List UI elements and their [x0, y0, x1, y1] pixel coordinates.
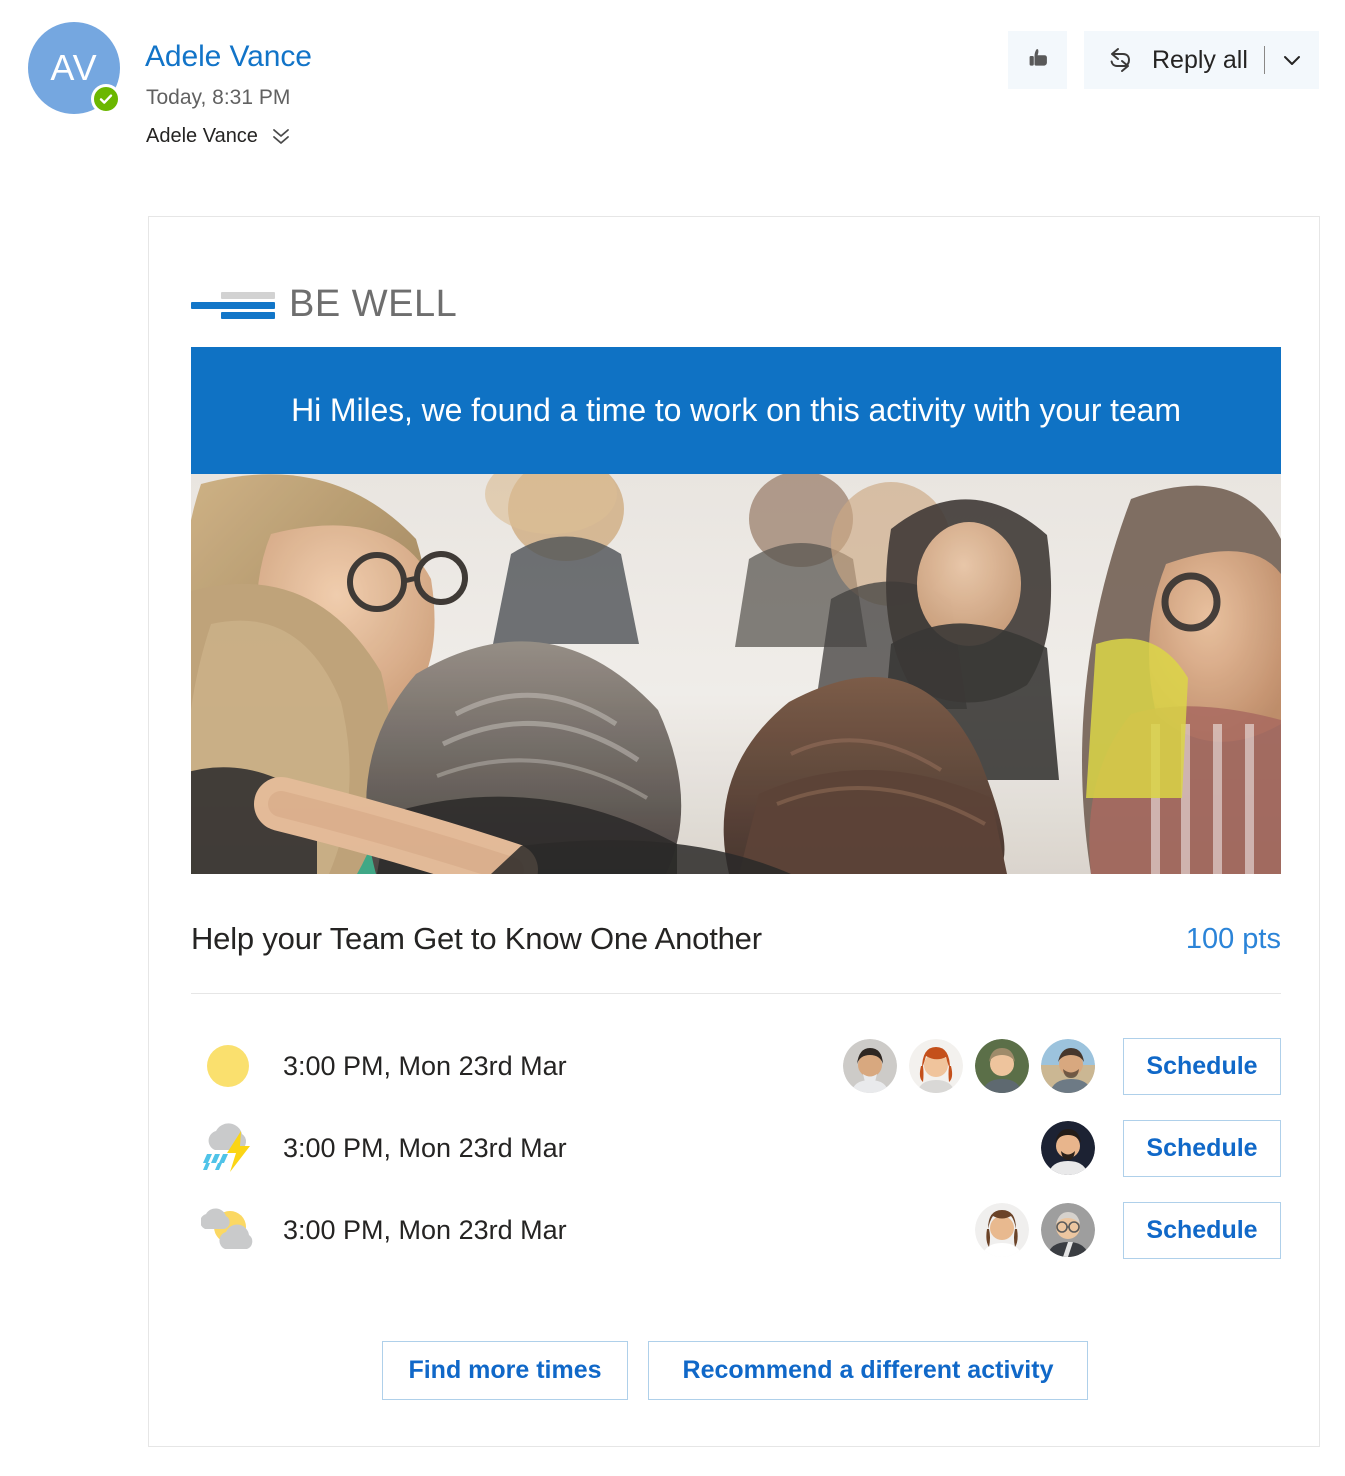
sender-name[interactable]: Adele Vance [145, 40, 312, 74]
points-badge: 100 pts [1185, 922, 1281, 955]
chevron-double-down-icon[interactable] [270, 124, 292, 148]
time-option-row: 3:00 PM, Mon 23rd Mar Schedule [191, 1189, 1281, 1271]
time-options-list: 3:00 PM, Mon 23rd Mar Schedule 3:00 PM, … [191, 1025, 1281, 1271]
be-well-logo: BE WELL [191, 281, 457, 327]
logo-text: BE WELL [289, 282, 458, 325]
attendee-avatars [1041, 1121, 1095, 1175]
schedule-button[interactable]: Schedule [1123, 1037, 1281, 1095]
reply-all-icon [1104, 44, 1136, 76]
headline-text: Hi Miles, we found a time to work on thi… [291, 392, 1181, 428]
attendee-avatars [843, 1039, 1095, 1093]
thunderstorm-icon [197, 1119, 259, 1177]
reply-all-button[interactable]: Reply all [1084, 31, 1319, 89]
time-label: 3:00 PM, Mon 23rd Mar [283, 1050, 567, 1081]
attendee-avatar[interactable] [1041, 1039, 1095, 1093]
section-divider [191, 993, 1281, 994]
logo-bars-icon [191, 285, 275, 323]
find-more-times-button[interactable]: Find more times [382, 1341, 628, 1400]
reply-all-label: Reply all [1152, 45, 1248, 74]
sunny-icon [197, 1037, 259, 1095]
time-label: 3:00 PM, Mon 23rd Mar [283, 1214, 567, 1245]
recipient-name: Adele Vance [146, 124, 258, 147]
schedule-button[interactable]: Schedule [1123, 1201, 1281, 1259]
schedule-button[interactable]: Schedule [1123, 1119, 1281, 1177]
attendee-avatar[interactable] [1041, 1121, 1095, 1175]
toolbar-divider [1263, 46, 1265, 74]
chevron-down-icon[interactable] [1279, 47, 1305, 73]
sent-timestamp: Today, 8:31 PM [146, 86, 291, 109]
page-title: Help your Team Get to Know One Another [191, 921, 762, 956]
partly-cloudy-icon [197, 1201, 259, 1259]
footer-actions: Find more times Recommend a different ac… [149, 1341, 1321, 1400]
avatar[interactable]: AV [28, 22, 121, 114]
attendee-avatar[interactable] [975, 1039, 1029, 1093]
time-option-row: 3:00 PM, Mon 23rd Mar Schedule [191, 1025, 1281, 1107]
attendee-avatar[interactable] [909, 1039, 963, 1093]
time-option-actions: Schedule [1041, 1107, 1281, 1189]
time-option-actions: Schedule [843, 1025, 1281, 1107]
recommend-activity-button[interactable]: Recommend a different activity [648, 1341, 1088, 1400]
available-check-icon [91, 84, 121, 114]
activity-title-row: Help your Team Get to Know One Another 1… [191, 909, 1281, 969]
attendee-avatar[interactable] [843, 1039, 897, 1093]
time-label: 3:00 PM, Mon 23rd Mar [283, 1132, 567, 1163]
attendee-avatars [975, 1203, 1095, 1257]
time-option-row: 3:00 PM, Mon 23rd Mar Schedule [191, 1107, 1281, 1189]
attendee-avatar[interactable] [975, 1203, 1029, 1257]
recipient-row: Adele Vance [146, 124, 292, 148]
activity-card: BE WELL Hi Miles, we found a time to wor… [148, 216, 1320, 1447]
time-option-actions: Schedule [975, 1189, 1281, 1271]
hero-photo [191, 474, 1281, 874]
like-button[interactable] [1008, 31, 1067, 89]
message-header: AV Adele Vance Today, 8:31 PM Adele Vanc… [0, 0, 1345, 180]
headline-banner: Hi Miles, we found a time to work on thi… [191, 347, 1281, 474]
thumbs-up-icon [1023, 43, 1053, 78]
attendee-avatar[interactable] [1041, 1203, 1095, 1257]
